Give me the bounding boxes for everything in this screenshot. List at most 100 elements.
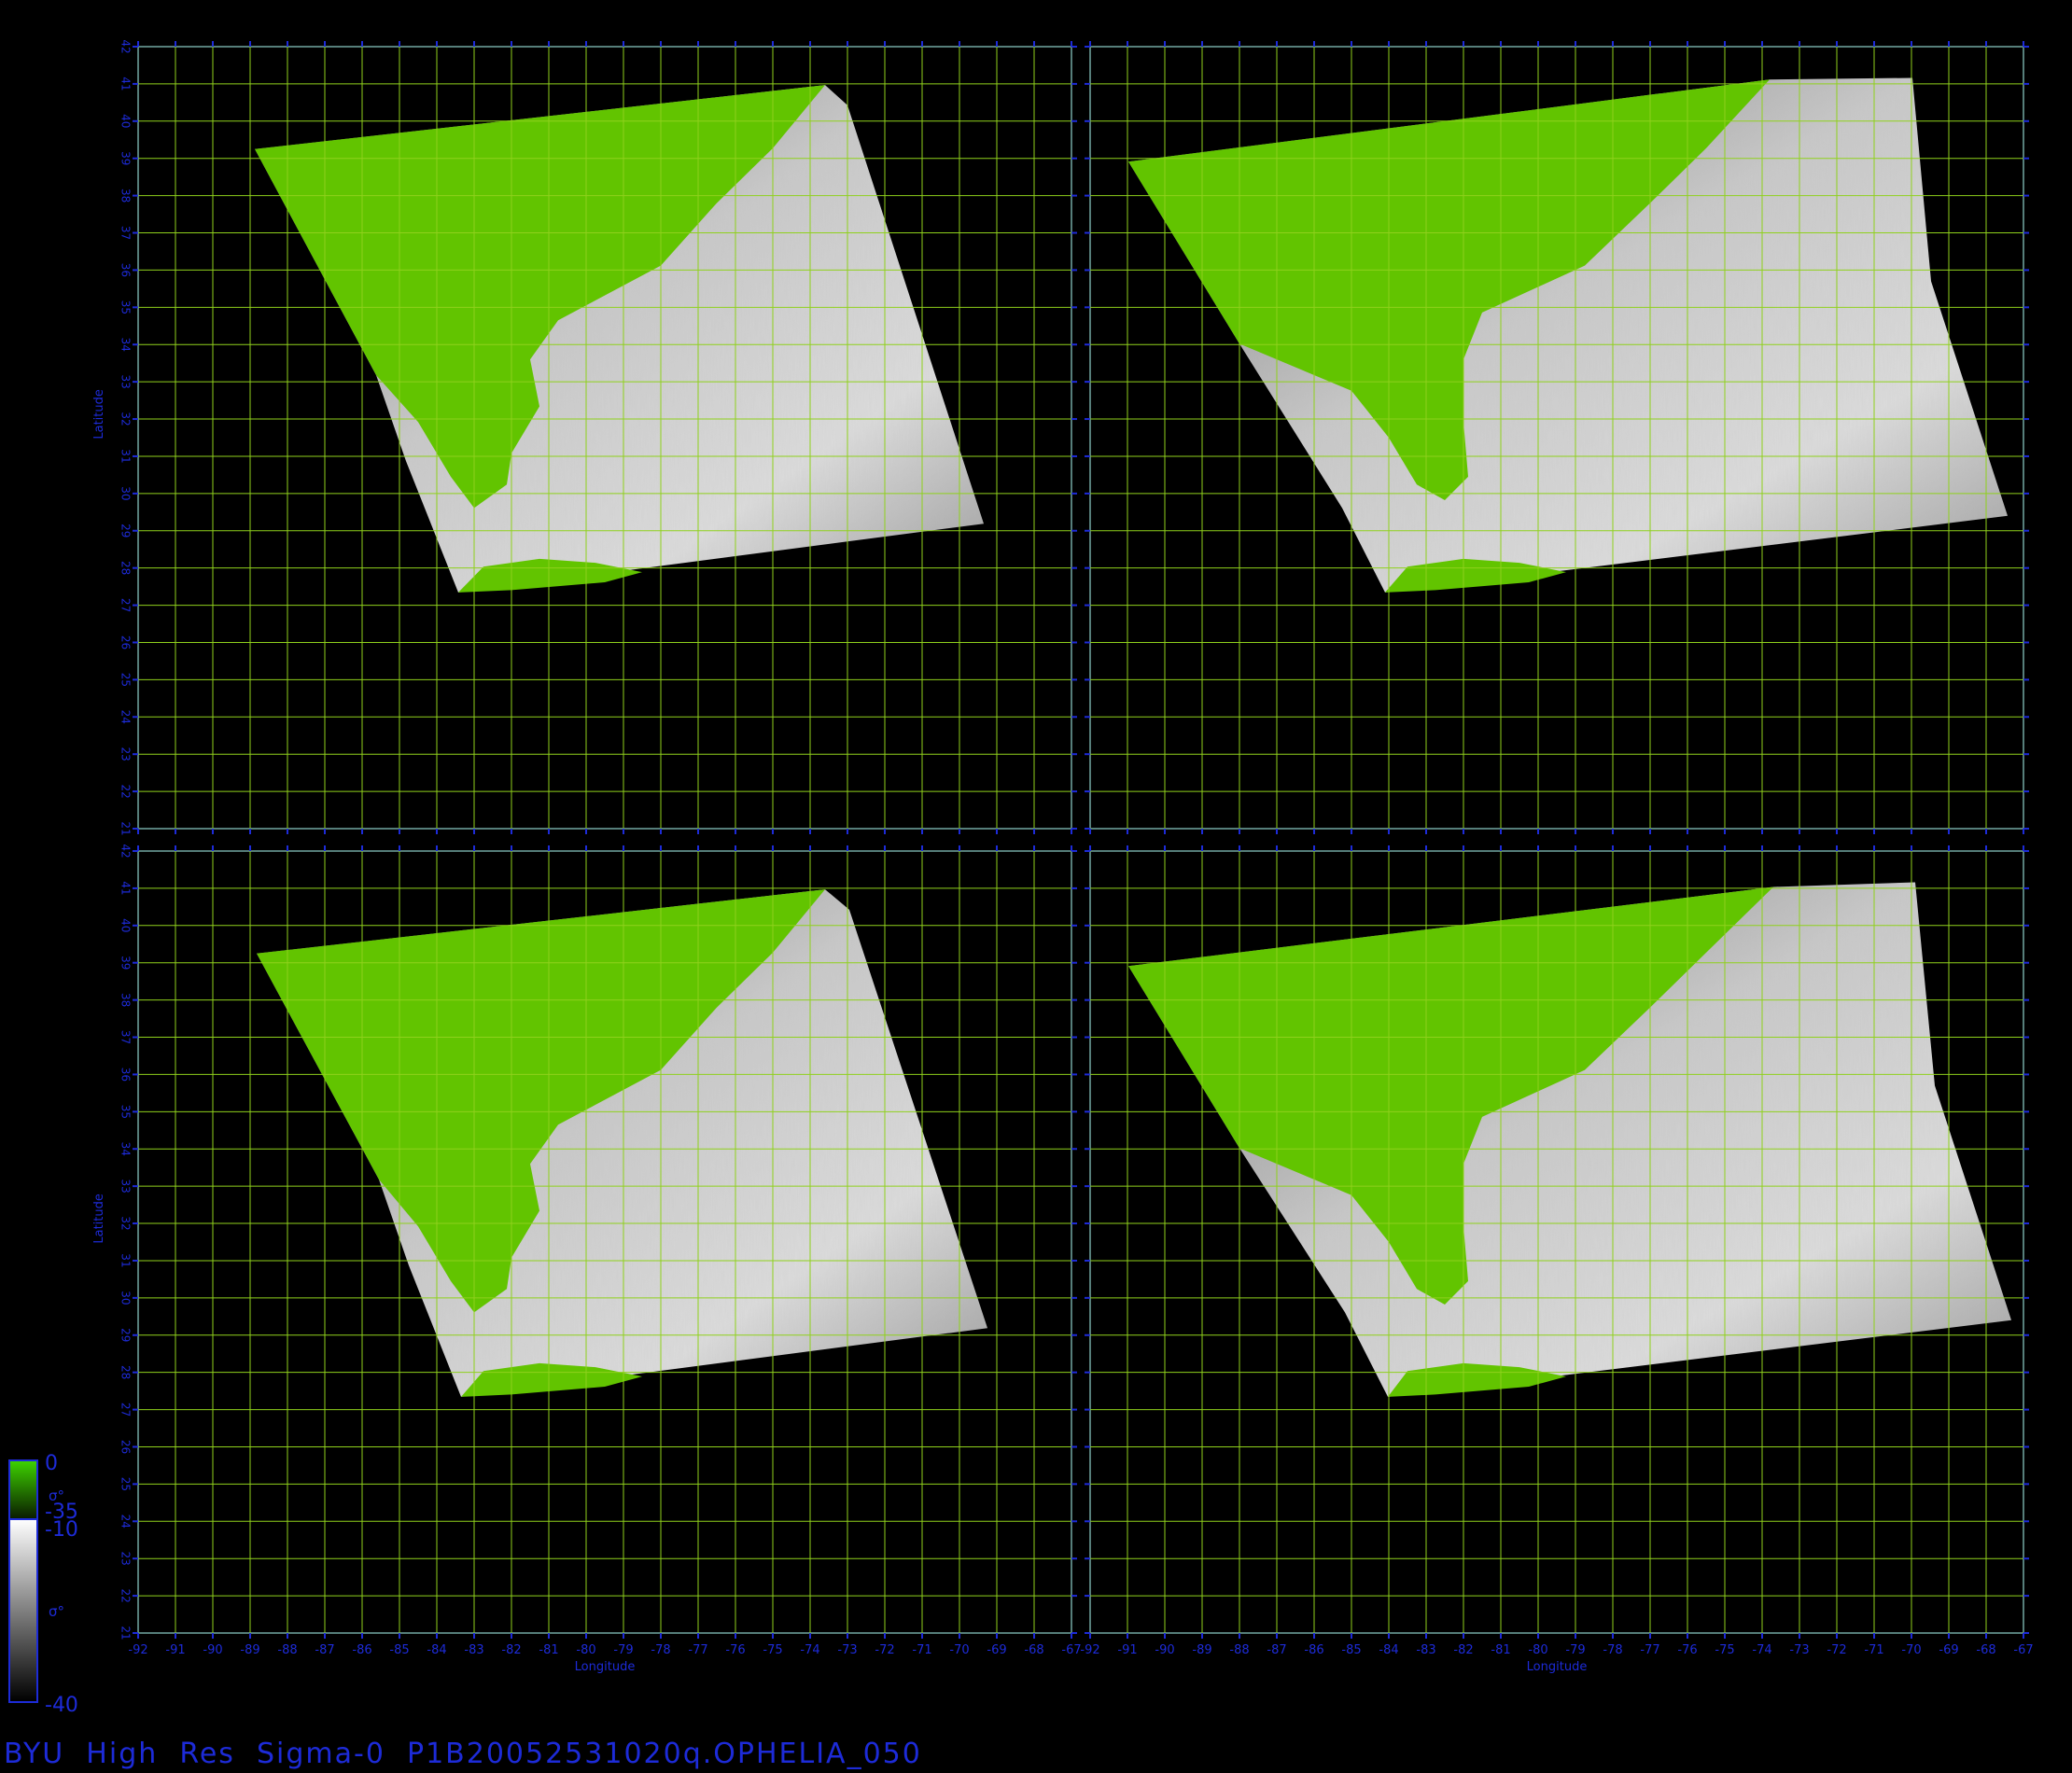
colorbar-ocean-symbol: σ° <box>49 1603 64 1620</box>
lat-tick-label: 42 <box>119 844 133 858</box>
lon-tick-label: -78 <box>651 1643 670 1657</box>
lat-tick-label: 39 <box>119 151 133 165</box>
lat-tick-label: 22 <box>119 784 133 798</box>
lat-tick-label: 37 <box>119 1030 133 1044</box>
lat-tick-label: 25 <box>119 1477 133 1491</box>
lat-tick-label: 37 <box>119 226 133 240</box>
lon-tick-label: -68 <box>1976 1643 1995 1657</box>
lat-tick-label: 42 <box>119 39 133 53</box>
x-axis-label: Longitude <box>1527 1660 1588 1674</box>
lon-tick-label: -85 <box>389 1643 409 1657</box>
colorbar-land-max-label: 0 <box>45 1452 58 1475</box>
lon-tick-label: -87 <box>315 1643 334 1657</box>
y-axis-label: Latitude <box>92 1194 106 1244</box>
lon-tick-label: -88 <box>1229 1643 1249 1657</box>
lon-tick-label: -73 <box>1789 1643 1809 1657</box>
lon-tick-label: -69 <box>987 1643 1006 1657</box>
lat-tick-label: 33 <box>119 1180 133 1194</box>
lon-tick-label: -84 <box>1379 1643 1398 1657</box>
lon-tick-label: -81 <box>1491 1643 1510 1657</box>
lat-tick-label: 35 <box>119 300 133 314</box>
lat-tick-label: 41 <box>119 77 133 91</box>
lat-tick-label: 34 <box>119 1142 133 1156</box>
lon-tick-label: -91 <box>1117 1643 1137 1657</box>
lat-tick-label: 24 <box>119 1515 133 1529</box>
lat-tick-label: 35 <box>119 1105 133 1119</box>
lon-tick-label: -81 <box>539 1643 558 1657</box>
lat-tick-label: 26 <box>119 635 133 649</box>
lon-tick-label: -89 <box>1192 1643 1211 1657</box>
map-panel-bottom-right: -92 -91 -90 -89 -88 -87 -86 -85 -84 -83 -82 -81 -80 -… <box>1080 845 2034 1674</box>
lon-tick-label: -85 <box>1341 1643 1361 1657</box>
colorbar-ocean-max-label: -10 <box>45 1518 78 1542</box>
lat-tick-label: 29 <box>119 524 133 537</box>
lon-tick-label: -90 <box>1155 1643 1174 1657</box>
lat-tick-label: 32 <box>119 412 133 426</box>
lat-tick-label: 38 <box>119 993 133 1007</box>
figure-title: BYU High Res Sigma-0 P1B20052531020q.OPH… <box>4 1738 922 1770</box>
lon-tick-label: -91 <box>165 1643 185 1657</box>
lon-tick-label: -72 <box>1827 1643 1846 1657</box>
lat-tick-label: 31 <box>119 449 133 463</box>
lat-tick-label: 34 <box>119 338 133 352</box>
lon-tick-label: -70 <box>1901 1643 1921 1657</box>
lon-tick-label: -73 <box>837 1643 857 1657</box>
lat-tick-label: 26 <box>119 1440 133 1454</box>
colorbar-ocean-min-label: -40 <box>45 1694 78 1717</box>
colorbar-land-scale <box>8 1459 38 1520</box>
lon-tick-label: -70 <box>949 1643 969 1657</box>
lat-tick-label: 40 <box>119 918 133 932</box>
lon-tick-label: -82 <box>1453 1643 1473 1657</box>
lat-tick-label: 24 <box>119 710 133 724</box>
lon-tick-label: -84 <box>427 1643 446 1657</box>
lon-tick-label: -71 <box>912 1643 931 1657</box>
lat-tick-label: 23 <box>119 1552 133 1566</box>
lon-tick-label: -67 <box>2013 1643 2033 1657</box>
lon-tick-label: -75 <box>763 1643 782 1657</box>
lon-tick-label: -86 <box>352 1643 371 1657</box>
lon-tick-label: -76 <box>725 1643 745 1657</box>
lon-tick-label: -87 <box>1267 1643 1286 1657</box>
lon-tick-label: -72 <box>875 1643 894 1657</box>
lon-tick-label: -90 <box>203 1643 222 1657</box>
lat-tick-label: 33 <box>119 375 133 389</box>
lon-tick-label: -68 <box>1024 1643 1043 1657</box>
lat-tick-label: 22 <box>119 1588 133 1602</box>
map-panel-bottom-left: 21 22 23 24 25 26 27 28 29 30 31 32 33 34 35 36 37 38 39 40… <box>92 844 1082 1674</box>
colorbar-ocean-scale <box>8 1518 38 1703</box>
lat-tick-label: 30 <box>119 486 133 500</box>
lon-tick-label: -92 <box>128 1643 147 1657</box>
lon-tick-label: -80 <box>1528 1643 1547 1657</box>
lon-tick-label: -83 <box>1416 1643 1435 1657</box>
map-panel-top-right <box>1085 41 2029 834</box>
lon-tick-label: -77 <box>688 1643 707 1657</box>
lon-tick-label: -74 <box>800 1643 819 1657</box>
lon-tick-label: -88 <box>277 1643 297 1657</box>
lat-tick-label: 32 <box>119 1216 133 1230</box>
lat-tick-label: 38 <box>119 188 133 202</box>
lat-tick-label: 36 <box>119 1068 133 1082</box>
lon-tick-label: -79 <box>1565 1643 1585 1657</box>
lon-tick-label: -92 <box>1080 1643 1099 1657</box>
lat-tick-label: 21 <box>119 821 133 835</box>
y-axis-label: Latitude <box>92 389 106 440</box>
lon-tick-label: -75 <box>1715 1643 1734 1657</box>
lat-tick-label: 28 <box>119 1365 133 1379</box>
lon-tick-label: -69 <box>1939 1643 1958 1657</box>
lon-tick-label: -67 <box>1061 1643 1081 1657</box>
lat-tick-label: 39 <box>119 956 133 970</box>
lat-tick-label: 27 <box>119 1403 133 1417</box>
lat-tick-label: 41 <box>119 881 133 895</box>
lon-tick-label: -82 <box>501 1643 521 1657</box>
lat-tick-label: 25 <box>119 673 133 687</box>
x-axis-label: Longitude <box>575 1660 636 1674</box>
lon-tick-label: -77 <box>1640 1643 1659 1657</box>
sigma0-map-figure: 21 22 23 24 25 26 27 28 29 30 31 32 33 34 35 36 37 38 39 40… <box>8 39 2034 1717</box>
lon-tick-label: -89 <box>240 1643 259 1657</box>
lat-tick-label: 40 <box>119 114 133 128</box>
lon-tick-label: -76 <box>1677 1643 1697 1657</box>
lon-tick-label: -83 <box>464 1643 483 1657</box>
lat-tick-label: 27 <box>119 598 133 612</box>
lat-tick-label: 21 <box>119 1626 133 1640</box>
lat-tick-label: 36 <box>119 263 133 277</box>
